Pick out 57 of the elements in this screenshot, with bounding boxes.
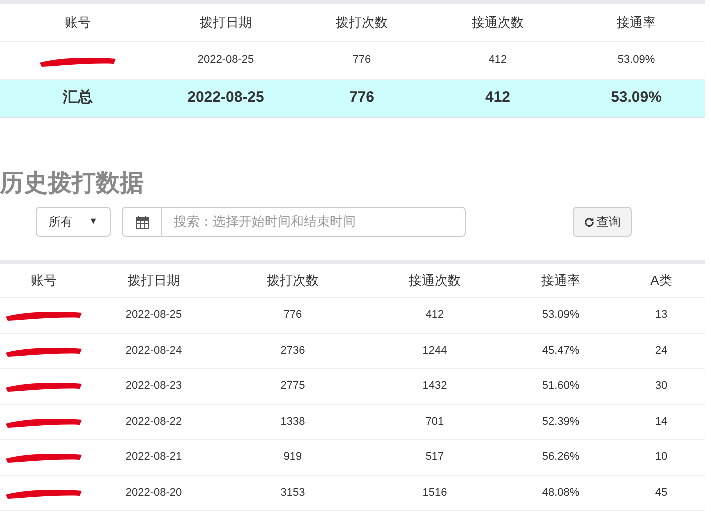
total-cell: 412 xyxy=(485,89,511,106)
column-header: 账号 xyxy=(65,14,91,30)
table-cell-text: 45 xyxy=(655,486,668,500)
table-cell-text: 45.47% xyxy=(542,344,580,358)
column-header: 账号 xyxy=(31,272,57,288)
table-cell-text: 14 xyxy=(655,414,668,430)
table-cell-text: 517 xyxy=(426,450,444,465)
table-cell-text: 2022-08-20 xyxy=(126,486,182,500)
calendar-addon[interactable] xyxy=(122,207,162,237)
total-cell: 53.09% xyxy=(611,89,662,106)
table-cell-text: 56.26% xyxy=(542,450,580,465)
column-header: 拨打日期 xyxy=(128,272,180,288)
table-cell-text: 2022-08-23 xyxy=(126,379,182,394)
column-header: 拨打次数 xyxy=(336,14,388,30)
table-cell-text: 2775 xyxy=(280,379,306,394)
total-cell: 2022-08-25 xyxy=(188,89,264,106)
column-header: A类 xyxy=(650,272,672,288)
table-cell-text: 2022-08-24 xyxy=(126,344,182,358)
table-cell-text: 412 xyxy=(488,53,508,68)
table-cell-text: 919 xyxy=(284,450,302,465)
table-cell-text: 776 xyxy=(284,308,302,323)
table-cell-text: 1244 xyxy=(422,344,448,358)
table-cell-text: 1432 xyxy=(422,379,448,394)
table-cell-text: 53.09% xyxy=(542,308,580,323)
table-cell-text: 53.09% xyxy=(618,53,656,68)
table-cell-text: 2736 xyxy=(280,344,306,358)
column-header: 接通率 xyxy=(542,272,580,288)
section-title: 历史拨打数据 xyxy=(0,170,144,197)
total-cell: 776 xyxy=(349,89,375,106)
table-cell-text: 2022-08-25 xyxy=(126,308,182,323)
table-cell-text: 1516 xyxy=(422,486,448,500)
table-cell-text: 30 xyxy=(655,379,668,394)
column-header: 接通次数 xyxy=(472,14,524,30)
table-cell-text: 776 xyxy=(352,53,372,68)
table-cell-text: 48.08% xyxy=(542,486,580,500)
table-cell-text: 52.39% xyxy=(542,414,580,430)
total-label: 汇总 xyxy=(63,89,93,106)
table-cell-text: 24 xyxy=(655,344,668,358)
table-cell-text: 3153 xyxy=(280,486,306,500)
table-cell-text: 1338 xyxy=(280,414,306,430)
table-cell-text: 2022-08-21 xyxy=(126,450,182,465)
column-header: 拨打日期 xyxy=(200,14,252,30)
table-cell-text: 10 xyxy=(655,450,668,465)
column-header: 拨打次数 xyxy=(267,272,319,288)
table-cell-text: 2022-08-22 xyxy=(126,414,182,430)
table-cell-text: 701 xyxy=(426,414,444,430)
table-cell-text: 13 xyxy=(655,308,668,323)
calendar-icon xyxy=(136,216,148,228)
column-header: 接通次数 xyxy=(409,272,461,288)
refresh-icon xyxy=(584,216,595,228)
query-button[interactable]: 查询 xyxy=(573,207,632,237)
search-field[interactable]: 搜索：选择开始时间和结束时间 xyxy=(162,207,466,237)
filter-select[interactable]: 所有 ▼ xyxy=(36,207,111,237)
table-cell-text: 412 xyxy=(426,308,444,323)
table-cell-text: 2022-08-25 xyxy=(198,53,254,68)
table-cell-text: 51.60% xyxy=(542,379,580,394)
column-header: 接通率 xyxy=(617,14,656,30)
